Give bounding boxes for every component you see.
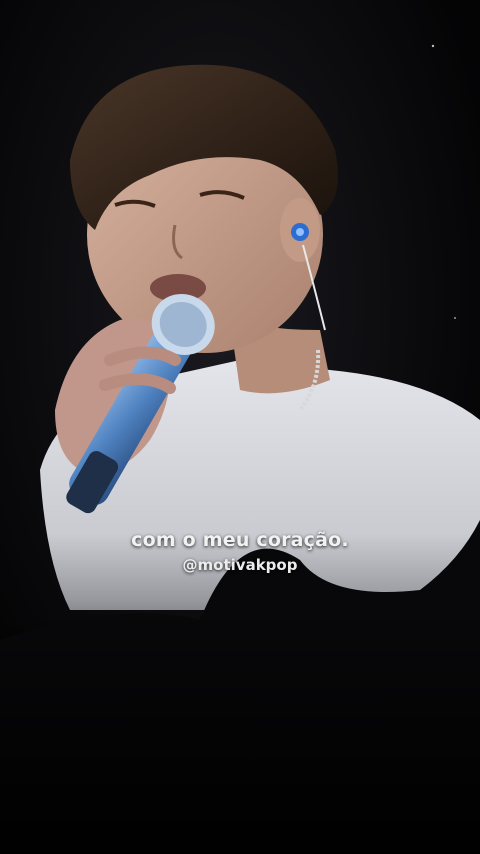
video-frame: com o meu coração. @motivakpop: [0, 0, 480, 854]
subtitle-text: com o meu coração.: [131, 529, 349, 551]
watermark-handle: @motivakpop: [182, 556, 298, 574]
concert-photo: [0, 0, 480, 854]
